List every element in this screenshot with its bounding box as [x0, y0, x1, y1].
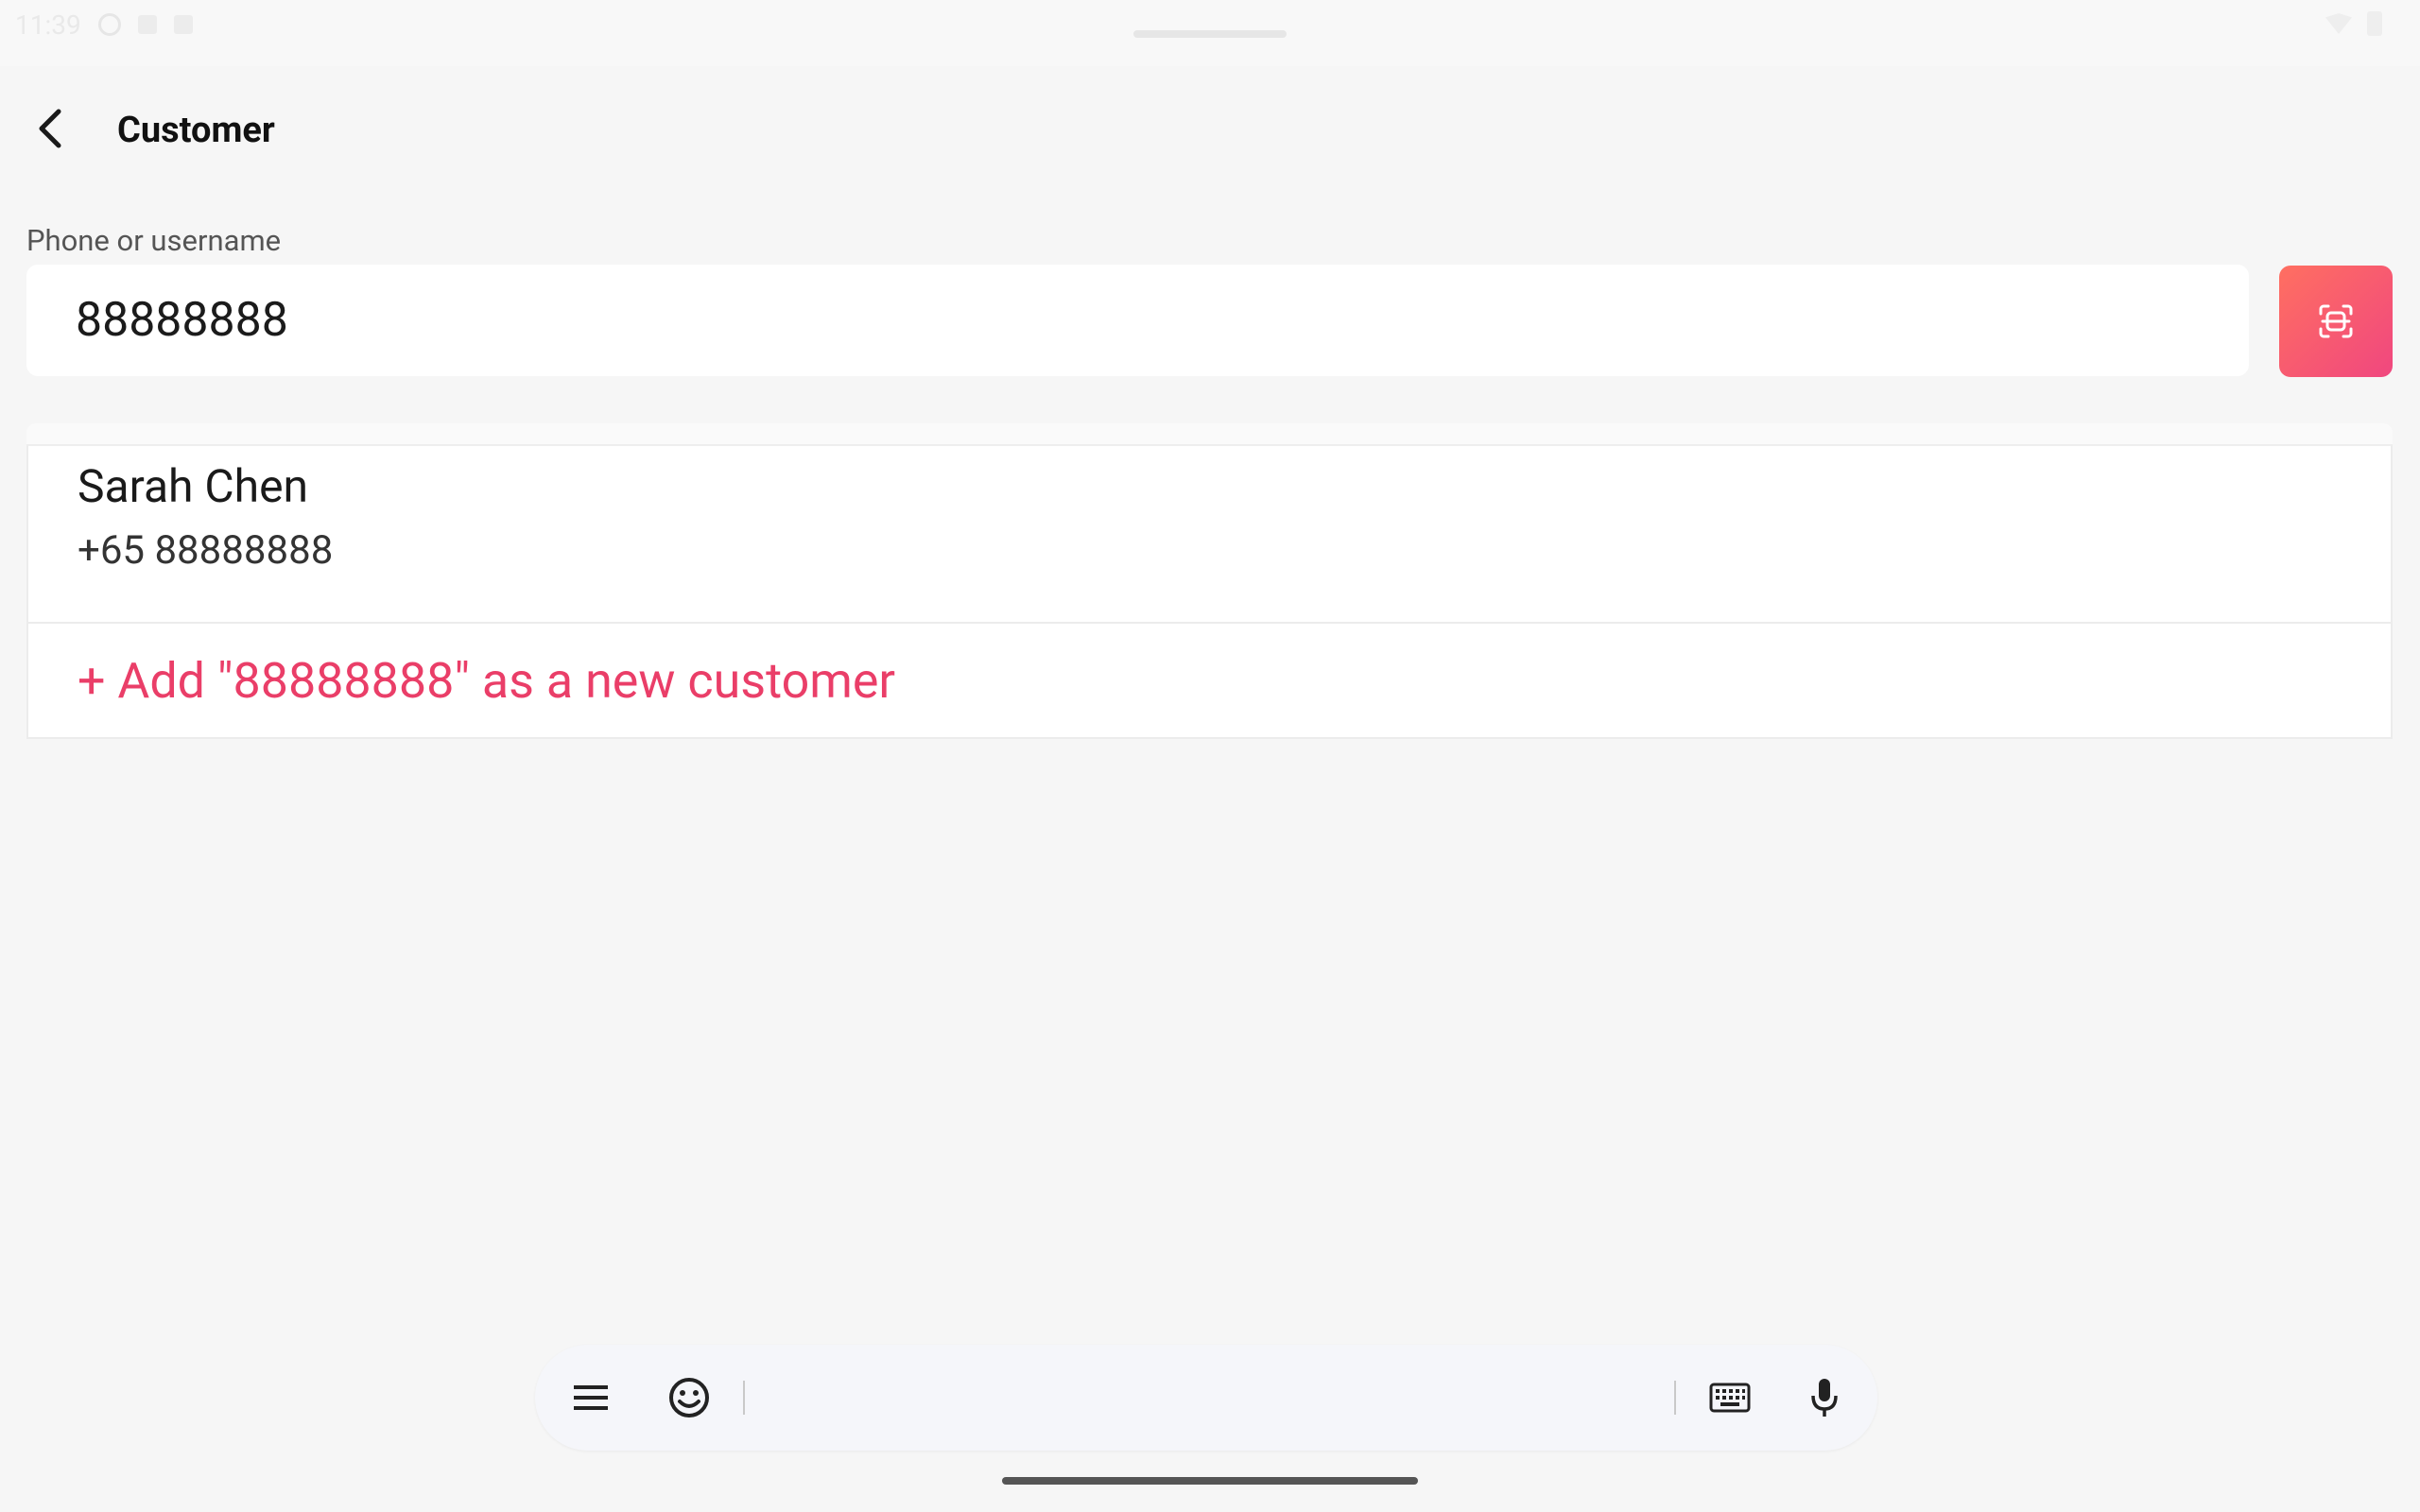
drag-handle[interactable]: [1133, 30, 1287, 38]
status-bar: 11:39: [0, 0, 2420, 66]
keyboard-button[interactable]: [1703, 1371, 1756, 1424]
search-field-label: Phone or username: [26, 223, 282, 258]
app-notification-icon: [173, 15, 193, 34]
status-left: 11:39: [15, 6, 193, 43]
notification-icon: [137, 15, 157, 34]
status-right: [2325, 11, 2382, 36]
search-input[interactable]: [26, 265, 2249, 376]
emoji-icon: [669, 1378, 709, 1418]
battery-icon: [2367, 11, 2382, 36]
emoji-button[interactable]: [663, 1371, 716, 1424]
toolbar-divider: [743, 1381, 745, 1415]
add-new-customer-label: + Add "88888888" as a new customer: [78, 652, 896, 710]
add-new-customer-button[interactable]: + Add "88888888" as a new customer: [26, 624, 2393, 739]
home-indicator[interactable]: [1002, 1477, 1418, 1485]
voice-input-button[interactable]: [1798, 1371, 1851, 1424]
customer-phone: +65 88888888: [78, 527, 334, 574]
toolbar-divider: [1674, 1381, 1676, 1415]
scan-button[interactable]: [2279, 266, 2393, 377]
status-time: 11:39: [15, 9, 81, 41]
app-bar: Customer: [0, 66, 2420, 189]
results-header: [26, 423, 2393, 444]
keyboard-icon: [1709, 1383, 1751, 1413]
scan-icon: [2319, 304, 2353, 338]
menu-button[interactable]: [564, 1371, 617, 1424]
back-button[interactable]: [17, 94, 85, 163]
results-list: Sarah Chen +65 88888888 + Add "88888888"…: [26, 423, 2393, 739]
page-title: Customer: [117, 110, 275, 151]
customer-list-item[interactable]: Sarah Chen +65 88888888: [26, 444, 2393, 624]
wifi-icon: [2325, 13, 2352, 34]
menu-icon: [574, 1385, 608, 1410]
microphone-icon: [1811, 1379, 1838, 1417]
customer-name: Sarah Chen: [78, 459, 309, 513]
chevron-left-icon: [39, 109, 61, 148]
keyboard-toolbar: [535, 1345, 1877, 1451]
alarm-icon: [97, 13, 121, 36]
